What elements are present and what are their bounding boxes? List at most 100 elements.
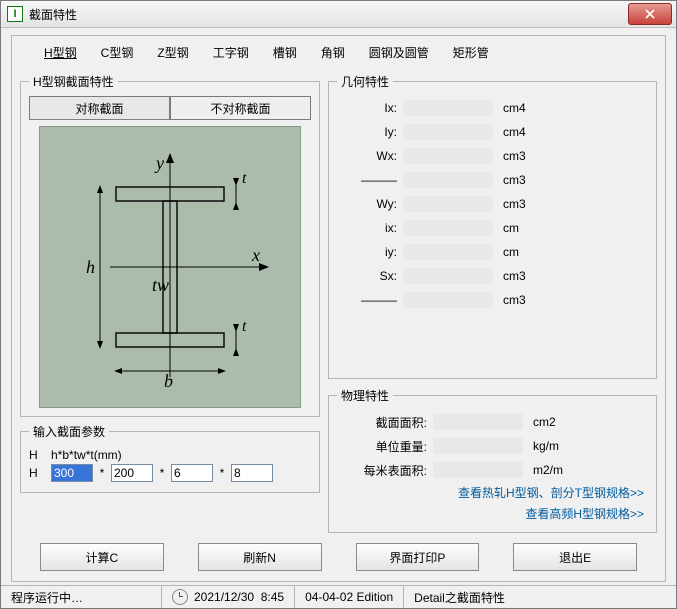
input-h[interactable] [51, 464, 93, 482]
tab-strip: H型钢 C型钢 Z型钢 工字钢 槽钢 角钢 圆钢及圆管 矩形管 [20, 42, 657, 67]
right-column: 几何特性 Ix:cm4Iy:cm4Wx:cm3———cm3Wy:cm3ix:cm… [328, 73, 657, 533]
phys-row: 每米表面积:m2/m [337, 458, 648, 482]
input-tw[interactable] [171, 464, 213, 482]
section-diagram: y x [39, 126, 301, 408]
symmetric-button[interactable]: 对称截面 [29, 96, 170, 120]
symmetry-row: 对称截面 不对称截面 [29, 96, 311, 120]
geom-row: Wy: cm3 [337, 192, 648, 216]
geom-row: Ix:cm4 [337, 96, 648, 120]
button-row: 计算C 刷新N 界面打印P 退出E [20, 539, 657, 573]
close-button[interactable] [628, 3, 672, 25]
geom-value [403, 268, 493, 284]
input-t[interactable] [231, 464, 273, 482]
geom-label: Ix: [337, 101, 403, 115]
link-hot-rolled[interactable]: 查看热轧H型钢、剖分T型钢规格>> [337, 482, 648, 503]
geom-value [403, 172, 493, 188]
geom-label: ——— [337, 173, 403, 187]
geom-unit: cm4 [493, 125, 553, 139]
geom-value [403, 148, 493, 164]
geom-unit: cm3 [493, 197, 553, 211]
main-panel: H型钢 C型钢 Z型钢 工字钢 槽钢 角钢 圆钢及圆管 矩形管 H型钢截面特性 … [11, 35, 666, 582]
status-datetime: 2021/12/30 8:45 [161, 586, 294, 608]
geom-unit: cm3 [493, 293, 553, 307]
phys-unit: m2/m [523, 463, 583, 477]
axis-y-label: y [154, 153, 164, 173]
refresh-button[interactable]: 刷新N [198, 543, 322, 571]
client-area: H型钢 C型钢 Z型钢 工字钢 槽钢 角钢 圆钢及圆管 矩形管 H型钢截面特性 … [1, 27, 676, 586]
tab-c[interactable]: C型钢 [101, 44, 134, 61]
star1: * [97, 466, 107, 480]
status-detail: Detail之截面特性 [403, 586, 515, 608]
geom-unit: cm [493, 245, 553, 259]
geom-value [403, 244, 493, 260]
geom-label: Sx: [337, 269, 403, 283]
geom-label: Iy: [337, 125, 403, 139]
exit-button[interactable]: 退出E [513, 543, 637, 571]
geom-value [403, 292, 493, 308]
geom-unit: cm3 [493, 269, 553, 283]
geom-row: ——— cm3 [337, 168, 648, 192]
axis-x-label: x [251, 245, 260, 265]
tab-i[interactable]: 工字钢 [213, 44, 249, 61]
phys-row: 单位重量: kg/m [337, 434, 648, 458]
geom-value [403, 220, 493, 236]
geom-group-title: 几何特性 [337, 73, 393, 90]
dim-h: h [86, 257, 95, 277]
dim-tw: tw [152, 275, 169, 295]
phys-label: 截面面积: [337, 414, 433, 431]
title-bar: I 截面特性 [1, 1, 676, 28]
phys-value [433, 414, 523, 430]
params-group: 输入截面参数 H h*b*tw*t(mm) H * * [20, 423, 320, 493]
phys-unit: kg/m [523, 439, 583, 453]
phys-row: 截面面积: cm2 [337, 410, 648, 434]
phys-label: 单位重量: [337, 438, 433, 455]
dim-t-bot: t [242, 318, 247, 335]
geom-row: Sx: cm3 [337, 264, 648, 288]
phys-value [433, 438, 523, 454]
geom-label: ix: [337, 221, 403, 235]
print-button[interactable]: 界面打印P [356, 543, 480, 571]
geom-row: Wx: cm3 [337, 144, 648, 168]
link-high-freq[interactable]: 查看高频H型钢规格>> [337, 503, 648, 524]
calc-button[interactable]: 计算C [40, 543, 164, 571]
star3: * [217, 466, 227, 480]
body: H型钢截面特性 对称截面 不对称截面 y [20, 73, 657, 533]
tab-z[interactable]: Z型钢 [157, 44, 188, 61]
tab-rect[interactable]: 矩形管 [453, 44, 489, 61]
status-date: 2021/12/30 [194, 590, 254, 604]
geom-row: Iy: cm4 [337, 120, 648, 144]
status-time: 8:45 [261, 590, 284, 604]
status-running: 程序运行中… [1, 586, 161, 608]
geom-group: 几何特性 Ix:cm4Iy:cm4Wx:cm3———cm3Wy:cm3ix:cm… [328, 73, 657, 379]
geom-label: Wy: [337, 197, 403, 211]
geom-row: ix:cm [337, 216, 648, 240]
value-row-label: H [29, 466, 47, 480]
left-column: H型钢截面特性 对称截面 不对称截面 y [20, 73, 320, 533]
geom-unit: cm3 [493, 149, 553, 163]
geom-label: iy: [337, 245, 403, 259]
geom-value [403, 124, 493, 140]
tab-h[interactable]: H型钢 [44, 44, 77, 61]
dim-t-top: t [242, 170, 247, 187]
formula-text: h*b*tw*t(mm) [51, 448, 122, 462]
asymmetric-button[interactable]: 不对称截面 [170, 96, 311, 120]
tab-channel[interactable]: 槽钢 [273, 44, 297, 61]
geom-unit: cm3 [493, 173, 553, 187]
diagram-svg: y x [40, 127, 300, 407]
clock-icon [172, 589, 188, 605]
phys-group-title: 物理特性 [337, 387, 393, 404]
inputs-wrap: 输入截面参数 H h*b*tw*t(mm) H * * [20, 417, 320, 493]
tab-round[interactable]: 圆钢及圆管 [369, 44, 429, 61]
phys-unit: cm2 [523, 415, 583, 429]
window-title: 截面特性 [29, 6, 628, 23]
formula-lab: H [29, 448, 47, 462]
geom-label: Wx: [337, 149, 403, 163]
input-b[interactable] [111, 464, 153, 482]
app-window: I 截面特性 H型钢 C型钢 Z型钢 工字钢 槽钢 角钢 圆钢及圆管 矩形管 H… [0, 0, 677, 609]
status-bar: 程序运行中… 2021/12/30 8:45 04-04-02 Edition … [1, 585, 676, 608]
tab-angle[interactable]: 角钢 [321, 44, 345, 61]
phys-group: 物理特性 截面面积: cm2 单位重量: kg/m 每米表面积:m2/m 查看热轧H型钢… [328, 387, 657, 533]
section-group-title: H型钢截面特性 [29, 73, 118, 90]
value-row: H * * * [29, 464, 311, 482]
geom-value [403, 196, 493, 212]
